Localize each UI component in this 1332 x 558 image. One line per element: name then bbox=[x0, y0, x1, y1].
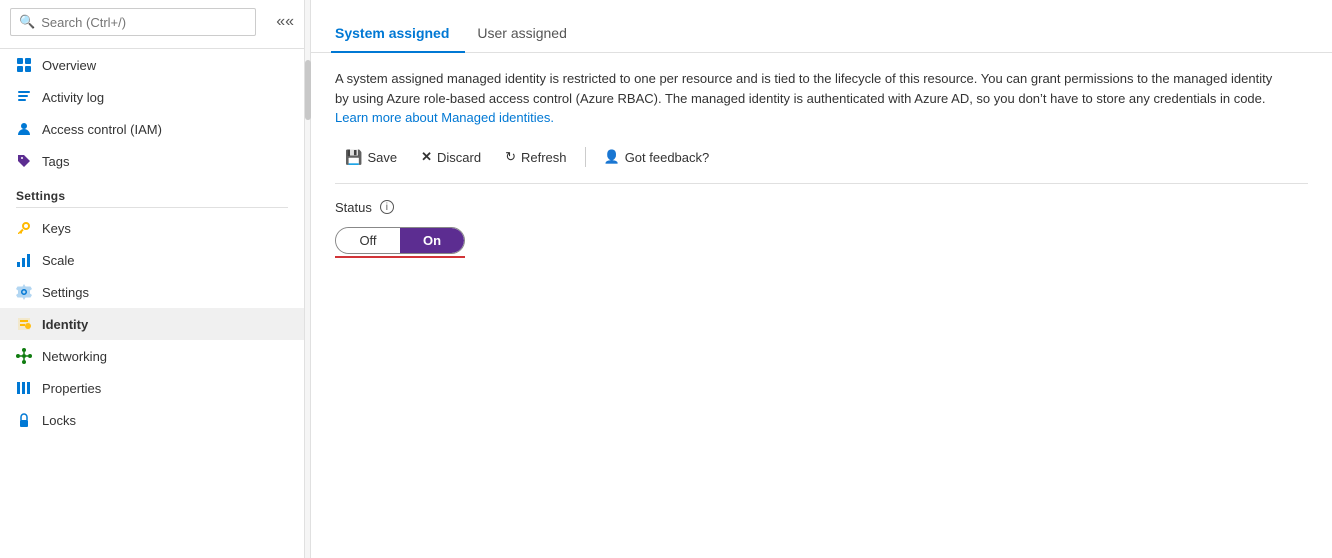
nav-identity[interactable]: Identity bbox=[0, 308, 304, 340]
refresh-icon: ↻ bbox=[505, 149, 516, 165]
search-input[interactable] bbox=[41, 15, 247, 30]
nav-properties-label: Properties bbox=[42, 381, 101, 396]
discard-icon: ✕ bbox=[421, 149, 432, 165]
learn-more-link[interactable]: Learn more about Managed identities. bbox=[335, 110, 554, 125]
nav-tags-label: Tags bbox=[42, 154, 69, 169]
nav-overview[interactable]: Overview bbox=[0, 49, 304, 81]
toolbar-divider bbox=[585, 147, 586, 167]
scrollbar-thumb[interactable] bbox=[305, 60, 311, 120]
nav-locks-label: Locks bbox=[42, 413, 76, 428]
tab-bar: System assigned User assigned bbox=[311, 0, 1332, 53]
settings-divider bbox=[16, 207, 288, 208]
nav-networking[interactable]: Networking bbox=[0, 340, 304, 372]
refresh-button[interactable]: ↻ Refresh bbox=[495, 144, 576, 170]
discard-button[interactable]: ✕ Discard bbox=[411, 144, 491, 170]
nav-networking-label: Networking bbox=[42, 349, 107, 364]
nav-scale-label: Scale bbox=[42, 253, 75, 268]
networking-icon bbox=[16, 348, 32, 364]
status-info-icon: i bbox=[380, 200, 394, 214]
nav-access-control[interactable]: Access control (IAM) bbox=[0, 113, 304, 145]
search-box[interactable]: 🔍 bbox=[10, 8, 256, 36]
nav-overview-label: Overview bbox=[42, 58, 96, 73]
main-content: System assigned User assigned A system a… bbox=[311, 0, 1332, 558]
nav-locks[interactable]: Locks bbox=[0, 404, 304, 436]
toggle-container: Off On bbox=[335, 227, 1308, 258]
tab-user-assigned[interactable]: User assigned bbox=[473, 17, 583, 53]
toolbar: 💾 Save ✕ Discard ↻ Refresh 👤 Got feedbac… bbox=[335, 144, 1308, 184]
toggle-on-option[interactable]: On bbox=[400, 228, 464, 253]
save-button[interactable]: 💾 Save bbox=[335, 144, 407, 171]
tags-icon bbox=[16, 153, 32, 169]
search-icon: 🔍 bbox=[19, 14, 35, 30]
save-icon: 💾 bbox=[345, 149, 362, 166]
properties-icon bbox=[16, 380, 32, 396]
content-area: A system assigned managed identity is re… bbox=[311, 53, 1332, 558]
access-control-icon bbox=[16, 121, 32, 137]
nav-properties[interactable]: Properties bbox=[0, 372, 304, 404]
nav-identity-label: Identity bbox=[42, 317, 88, 332]
feedback-button[interactable]: 👤 Got feedback? bbox=[594, 144, 720, 170]
status-toggle[interactable]: Off On bbox=[335, 227, 465, 254]
sidebar: 🔍 «« Overview Activity log Access contro… bbox=[0, 0, 305, 558]
scrollbar[interactable] bbox=[305, 0, 311, 558]
search-row: 🔍 «« bbox=[0, 0, 304, 49]
red-underline bbox=[335, 256, 465, 258]
feedback-icon: 👤 bbox=[604, 149, 620, 165]
settings-section-label: Settings bbox=[0, 177, 304, 207]
status-row: Status i bbox=[335, 200, 1308, 215]
locks-icon bbox=[16, 412, 32, 428]
settings-icon bbox=[16, 284, 32, 300]
keys-icon bbox=[16, 220, 32, 236]
collapse-button[interactable]: «« bbox=[266, 3, 304, 41]
nav-scale[interactable]: Scale bbox=[0, 244, 304, 276]
identity-icon bbox=[16, 316, 32, 332]
nav-activity-log[interactable]: Activity log bbox=[0, 81, 304, 113]
nav-keys-label: Keys bbox=[42, 221, 71, 236]
nav-keys[interactable]: Keys bbox=[0, 212, 304, 244]
nav-settings[interactable]: Settings bbox=[0, 276, 304, 308]
nav-tags[interactable]: Tags bbox=[0, 145, 304, 177]
nav-activity-log-label: Activity log bbox=[42, 90, 104, 105]
overview-icon bbox=[16, 57, 32, 73]
nav-settings-label: Settings bbox=[42, 285, 89, 300]
scale-icon bbox=[16, 252, 32, 268]
nav-access-control-label: Access control (IAM) bbox=[42, 122, 162, 137]
description-text: A system assigned managed identity is re… bbox=[335, 69, 1285, 128]
tab-system-assigned[interactable]: System assigned bbox=[331, 17, 465, 53]
toggle-off-option[interactable]: Off bbox=[336, 228, 400, 253]
status-label: Status bbox=[335, 200, 372, 215]
activity-log-icon bbox=[16, 89, 32, 105]
